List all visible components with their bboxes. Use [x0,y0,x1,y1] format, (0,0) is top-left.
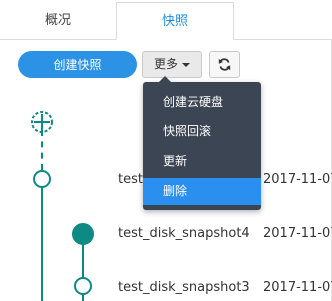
tab-snapshots[interactable]: 快照 [116,2,234,40]
menu-item-update[interactable]: 更新 [143,148,261,175]
menu-item-create-disk[interactable]: 创建云硬盘 [143,89,261,116]
timeline-main-line [41,188,43,301]
refresh-icon [218,58,231,71]
menu-item-rollback[interactable]: 快照回滚 [143,118,261,145]
tab-active-gap [117,39,233,40]
snapshot-date: 2017-11-07 [263,226,332,241]
more-label: 更多 [153,57,178,71]
more-dropdown-menu: 创建云硬盘 快照回滚 更新 删除 [143,76,261,210]
timeline-node[interactable] [33,170,51,188]
more-dropdown-button[interactable]: 更多 [142,51,202,78]
timeline-node-current[interactable] [72,223,94,245]
snapshot-panel: 概况 快照 创建快照 更多 test_disk_snapshot5 2017-1… [0,0,332,301]
caret-down-icon [182,62,190,67]
create-snapshot-button[interactable]: 创建快照 [18,51,137,78]
refresh-button[interactable] [209,51,240,78]
snapshot-name: test_disk_snapshot3 [118,280,250,295]
snapshot-name: test_disk_snapshot4 [118,226,250,241]
timeline-node[interactable] [74,277,92,295]
snapshot-date: 2017-11-07 [263,280,332,295]
menu-arrow [159,76,171,82]
snapshot-date: 2017-11-07 [263,172,332,187]
tab-overview[interactable]: 概况 [0,2,116,40]
menu-item-delete[interactable]: 删除 [143,178,261,205]
timeline-dashed-segment [41,130,43,170]
